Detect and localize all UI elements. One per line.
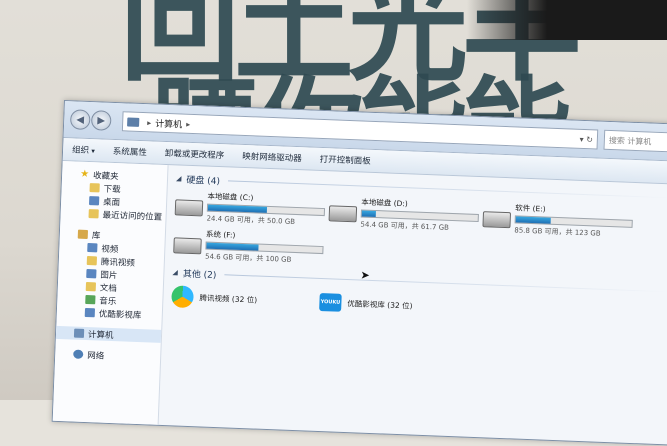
network-icon — [73, 349, 84, 359]
sidebar-item-recent[interactable]: 最近访问的位置 — [60, 206, 165, 223]
drive-info: 本地磁盘 (D:) 54.4 GB 可用，共 61.7 GB — [360, 196, 479, 234]
drive-info: 本地磁盘 (C:) 24.4 GB 可用，共 50.0 GB — [206, 191, 326, 229]
drive-info: 软件 (E:) 85.8 GB 可用，共 123 GB — [514, 202, 633, 240]
video-library-icon — [87, 243, 98, 253]
star-icon: ★ — [79, 168, 90, 181]
hard-drive-icon — [174, 199, 204, 217]
forward-button[interactable]: ▶ — [90, 110, 112, 131]
free-space-text: 54.4 GB 可用，共 61.7 GB — [360, 220, 450, 232]
free-space-text: 24.4 GB 可用，共 50.0 GB — [206, 214, 296, 226]
explorer-window: ◀ ▶ ▸ 计算机 ▸ ▾ ↻ 搜索 计算机 组织 系统属性 卸载或更改程序 映… — [51, 100, 667, 446]
desktop-icon — [88, 196, 100, 206]
drive-tile[interactable]: 本地磁盘 (D:) 54.4 GB 可用，共 61.7 GB — [328, 195, 479, 239]
capacity-fill — [207, 204, 268, 213]
sidebar-item-computer[interactable]: 计算机 — [55, 325, 162, 343]
capacity-fill — [206, 242, 259, 251]
drive-tile[interactable]: 系统 (F:) 54.6 GB 可用，共 100 GB — [173, 227, 324, 271]
chevron-right-icon: ▸ — [147, 117, 152, 127]
mouse-cursor-icon: ➤ — [360, 268, 370, 282]
search-input[interactable]: 搜索 计算机 — [603, 129, 667, 154]
collapse-triangle-icon: ◢ — [175, 174, 182, 183]
pictures-icon — [86, 268, 97, 279]
address-location[interactable]: 计算机 — [155, 116, 182, 130]
drive-tile[interactable]: 本地磁盘 (C:) 24.4 GB 可用，共 50.0 GB — [174, 189, 326, 233]
map-drive-button[interactable]: 映射网络驱动器 — [233, 150, 311, 165]
hard-drive-icon — [328, 205, 358, 223]
back-button[interactable]: ◀ — [69, 109, 91, 131]
arrow-right-icon: ▶ — [97, 114, 106, 127]
recent-places-icon — [88, 209, 99, 219]
refresh-icon[interactable]: ▾ ↻ — [579, 134, 593, 144]
drive-info: 系统 (F:) 54.6 GB 可用，共 100 GB — [205, 229, 324, 267]
tencent-video-icon — [171, 285, 194, 309]
navigation-pane: ★ 收藏夹 下载 桌面 最近访问的位置 库 视频 腾讯视频 图片 文档 音乐 优酷… — [52, 160, 169, 425]
arrow-left-icon: ◀ — [76, 113, 85, 126]
computer-icon — [127, 116, 140, 127]
youku-icon: YOUKU — [319, 292, 342, 312]
list-item-youku[interactable]: YOUKU 优酷影视库 (32 位) — [319, 291, 468, 319]
control-panel-button[interactable]: 打开控制面板 — [311, 153, 380, 168]
chevron-right-icon: ▸ — [186, 119, 191, 129]
drive-tile[interactable]: 软件 (E:) 85.8 GB 可用，共 123 GB — [482, 201, 633, 245]
capacity-fill — [361, 210, 376, 218]
capacity-fill — [515, 216, 551, 224]
system-properties-button[interactable]: 系统属性 — [104, 145, 156, 159]
explorer-body: ★ 收藏夹 下载 桌面 最近访问的位置 库 视频 腾讯视频 图片 文档 音乐 优酷… — [52, 160, 667, 445]
free-space-text: 85.8 GB 可用，共 123 GB — [514, 226, 601, 238]
sidebar-item-youku[interactable]: 优酷影视库 — [57, 305, 162, 322]
folder-icon — [86, 255, 98, 266]
hard-drive-icon — [173, 237, 202, 255]
uninstall-button[interactable]: 卸载或更改程序 — [156, 147, 234, 162]
free-space-text: 54.6 GB 可用，共 100 GB — [204, 252, 292, 264]
content-pane: ◢ 硬盘 (4) 本地磁盘 (C:) 24.4 GB 可用，共 50.0 GB 本地… — [159, 165, 667, 445]
documents-icon — [85, 281, 97, 292]
hard-drive-icon — [482, 211, 512, 229]
monitor-bezel — [467, 0, 667, 40]
collapse-triangle-icon: ◢ — [172, 268, 179, 277]
computer-icon — [73, 328, 85, 338]
library-icon — [77, 229, 89, 240]
youku-library-icon — [84, 307, 96, 318]
organize-button[interactable]: 组织 — [63, 143, 104, 157]
music-icon — [85, 294, 96, 305]
sidebar-item-network[interactable]: 网络 — [55, 347, 160, 364]
download-folder-icon — [89, 183, 100, 193]
list-item-tencent-video[interactable]: 腾讯视频 (32 位) — [171, 285, 320, 313]
